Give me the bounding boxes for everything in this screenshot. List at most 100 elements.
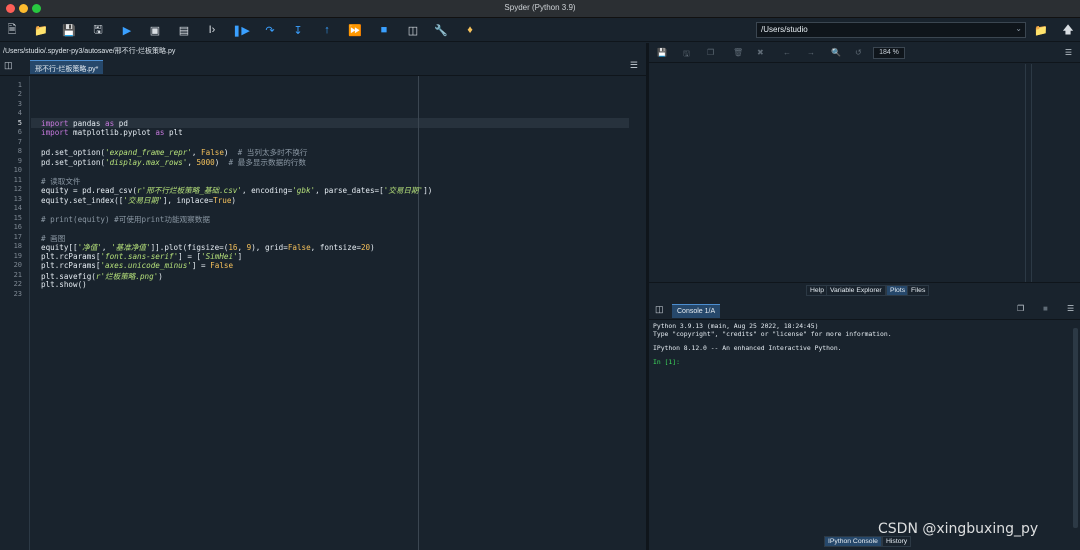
code-token: ) (214, 158, 229, 167)
stop-kernel-icon[interactable]: ■ (1043, 304, 1048, 313)
up-arrow-icon[interactable]: 🡅 (1060, 22, 1076, 38)
next-plot-icon[interactable]: → (807, 48, 815, 57)
tab-files[interactable]: Files (907, 285, 930, 296)
python-path-icon[interactable]: ♦ (462, 22, 478, 38)
tab-help[interactable]: Help (806, 285, 828, 296)
pane-menu-icon[interactable]: ☰ (1065, 48, 1072, 57)
zoom-in-icon[interactable]: 🔍 (831, 48, 841, 57)
zoom-out-icon[interactable]: ↺ (855, 48, 862, 57)
copy-icon[interactable]: ❐ (1017, 304, 1024, 313)
line-number: 2 (17, 90, 22, 98)
line-number: 13 (13, 195, 22, 203)
plots-tabbar: Help Variable Explorer Plots Files (649, 282, 1080, 296)
line-number: 1 (17, 81, 22, 89)
constant-token: False (210, 261, 234, 270)
plot-thumbnails[interactable] (1031, 64, 1080, 282)
console-output[interactable]: Python 3.9.13 (main, Aug 25 2022, 18:24:… (653, 322, 1068, 532)
constant-token: False (201, 148, 224, 157)
code-token: ) (231, 196, 236, 205)
run-cell-advance-icon[interactable]: ▤ (176, 22, 192, 38)
line-number: 23 (13, 290, 22, 298)
debug-icon[interactable]: ❚▶ (232, 22, 250, 38)
code-token: ) (370, 243, 375, 252)
step-icon[interactable]: ↷ (262, 22, 278, 38)
run-cell-icon[interactable]: ▣ (147, 22, 163, 38)
stop-icon[interactable]: ■ (376, 22, 392, 38)
line-number-active: 5 (17, 119, 22, 127)
preferences-wrench-icon[interactable]: 🔧 (433, 22, 449, 38)
line-number: 19 (13, 252, 22, 260)
code-line-15: # print(equity) #可使用print功能观察数据 (41, 214, 210, 225)
string-token: 'display.max_rows' (105, 158, 188, 167)
zoom-level-field[interactable]: 184 % (873, 47, 905, 59)
line-number: 22 (13, 280, 22, 288)
code-line-9: pd.set_option('display.max_rows', 5000) … (41, 157, 306, 168)
pane-menu-icon[interactable]: ☰ (630, 60, 638, 71)
code-token: ), grid= (251, 243, 288, 252)
delete-plot-icon[interactable]: 🗑 (733, 48, 743, 57)
code-token: pd.set_option( (41, 158, 106, 167)
string-token: '净值' (77, 243, 102, 252)
code-token: pd.set_option( (41, 148, 106, 157)
save-icon[interactable]: 💾 (61, 22, 77, 38)
open-folder-icon[interactable]: 📁 (33, 22, 49, 38)
console-switcher-icon[interactable]: ◫ (655, 304, 664, 315)
chevron-down-icon[interactable]: ⌄ (1015, 24, 1022, 33)
maximize-pane-icon[interactable]: ◫ (405, 22, 421, 38)
save-all-plots-icon[interactable]: 🖫 (683, 48, 690, 62)
string-token: 'expand_frame_repr' (105, 148, 192, 157)
previous-plot-icon[interactable]: ← (783, 48, 791, 57)
console-line: Type "copyright", "credits" or "license"… (653, 330, 892, 338)
code-line-6: import matplotlib.pyplot as plt (41, 128, 183, 137)
folder-icon[interactable]: 📁 (1033, 22, 1049, 38)
editor-tabbar: ◫ 邢不行-烂板策略.py* ☰ (0, 56, 646, 76)
code-token: ]) (423, 186, 433, 195)
tab-variable-explorer[interactable]: Variable Explorer (826, 285, 886, 296)
constant-token: False (287, 243, 311, 252)
save-plot-icon[interactable]: 💾 (657, 48, 667, 57)
code-line-13: equity.set_index(['交易日期'], inplace=True) (41, 195, 236, 206)
console-tab-active[interactable]: Console 1/A (672, 304, 721, 318)
line-number: 17 (13, 233, 22, 241)
window-title: Spyder (Python 3.9) (504, 3, 576, 12)
string-token: 'SimHei' (201, 252, 238, 261)
pane-menu-icon[interactable]: ☰ (1067, 304, 1074, 313)
comment-token: # print(equity) #可使用print功能观察数据 (41, 215, 210, 224)
new-file-icon[interactable]: 🗎 (4, 22, 20, 38)
save-all-icon[interactable]: 🖫 (90, 22, 106, 38)
code-token: pandas (68, 119, 106, 128)
step-return-icon[interactable]: ↑ (319, 22, 335, 38)
plot-canvas[interactable] (651, 64, 1026, 282)
tab-ipython-console[interactable]: IPython Console (824, 536, 882, 547)
string-token: '交易日期' (383, 186, 424, 195)
tab-history[interactable]: History (882, 536, 912, 547)
file-switcher-icon[interactable]: ◫ (4, 60, 13, 71)
keyword-token: import (41, 119, 69, 128)
delete-all-plots-icon[interactable]: ✖ (757, 48, 764, 57)
console-tabbar: ◫ Console 1/A ❐ ■ ☰ (649, 298, 1080, 320)
code-line-22: plt.show() (41, 280, 87, 289)
line-number: 6 (17, 128, 22, 136)
plots-toolbar: 💾 🖫 ❐ 🗑 ✖ ← → 🔍 ↺ 184 % ☰ (649, 43, 1080, 63)
tab-plots[interactable]: Plots (886, 285, 910, 296)
copy-plot-icon[interactable]: ❐ (707, 48, 714, 57)
line-number: 15 (13, 214, 22, 222)
run-selection-icon[interactable]: I› (204, 22, 220, 38)
keyword-token: as (105, 119, 115, 128)
line-number: 4 (17, 109, 22, 117)
string-token: 'gbk' (292, 186, 316, 195)
continue-icon[interactable]: ⏩ (347, 22, 363, 38)
line-number-gutter: 1 2 3 4 5 6 7 8 9 10 11 12 13 14 15 16 1… (0, 76, 30, 550)
code-token: ] = [ (178, 252, 202, 261)
code-token: plt (164, 128, 183, 137)
console-scrollbar[interactable] (1073, 328, 1078, 528)
plots-pane: 💾 🖫 ❐ 🗑 ✖ ← → 🔍 ↺ 184 % ☰ Help Variable … (649, 43, 1080, 296)
number-token: 16 (228, 243, 238, 252)
code-editor[interactable]: 1 2 3 4 5 6 7 8 9 10 11 12 13 14 15 16 1… (0, 76, 646, 550)
working-directory-combo[interactable]: /Users/studio ⌄ (756, 22, 1026, 38)
code-line-5: import pandas as pd (41, 119, 128, 128)
editor-tab-active[interactable]: 邢不行-烂板策略.py* (30, 60, 104, 74)
run-icon[interactable]: ▶ (119, 22, 135, 38)
step-into-icon[interactable]: ↧ (290, 22, 306, 38)
code-token: ], inplace= (162, 196, 214, 205)
